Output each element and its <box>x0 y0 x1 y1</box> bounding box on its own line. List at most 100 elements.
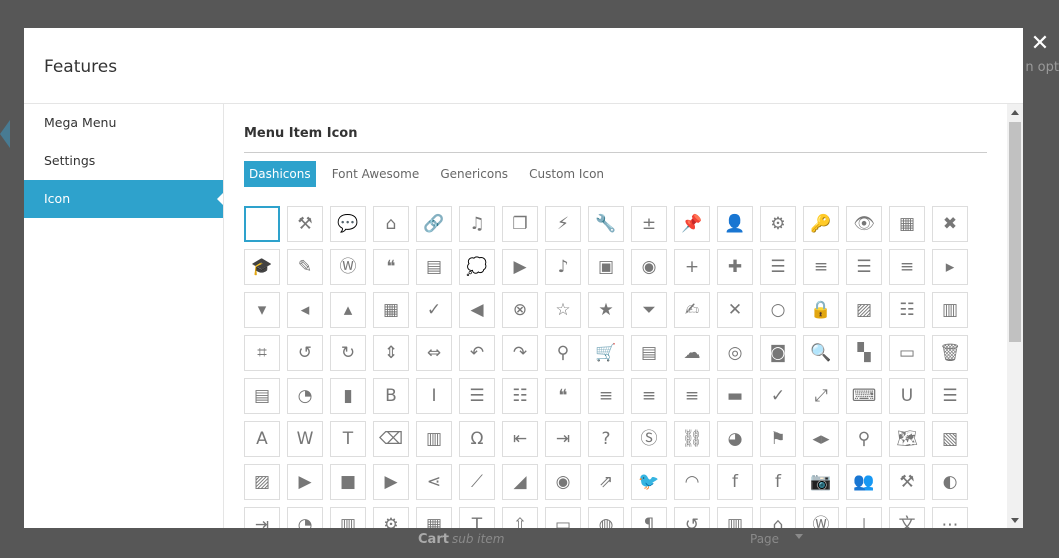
icon-option[interactable]: ⚒ <box>287 206 323 242</box>
icon-option[interactable]: ♪ <box>545 249 581 285</box>
icon-option[interactable]: ▦ <box>416 507 452 528</box>
icon-option[interactable]: ▶ <box>287 464 323 500</box>
icon-option[interactable]: B <box>373 378 409 414</box>
icon-option[interactable]: ⇔ <box>416 335 452 371</box>
icon-option[interactable]: ⛓ <box>674 421 710 457</box>
icon-option[interactable]: ▦ <box>889 206 925 242</box>
sidebar-item-mega-menu[interactable]: Mega Menu <box>24 104 223 142</box>
icon-option[interactable]: ▤ <box>416 249 452 285</box>
icon-option[interactable]: ◔ <box>287 378 323 414</box>
icon-option[interactable]: ☁ <box>674 335 710 371</box>
icon-option[interactable]: ⇤ <box>502 421 538 457</box>
icon-option[interactable]: ◎ <box>717 335 753 371</box>
icon-option[interactable]: ⇕ <box>373 335 409 371</box>
icon-option[interactable]: ◉ <box>631 249 667 285</box>
icon-option[interactable]: ▴ <box>330 292 366 328</box>
icon-option[interactable]: ⊗ <box>502 292 538 328</box>
sidebar-item-icon[interactable]: Icon <box>24 180 223 218</box>
tab-genericons[interactable]: Genericons <box>435 161 513 187</box>
icon-option[interactable]: f <box>717 464 753 500</box>
icon-option[interactable]: 📷 <box>803 464 839 500</box>
close-modal-button[interactable]: ✕ <box>1030 33 1050 55</box>
icon-option[interactable]: ▸ <box>932 249 968 285</box>
icon-option[interactable]: ◂▸ <box>803 421 839 457</box>
icon-option[interactable]: ☰ <box>932 378 968 414</box>
icon-option[interactable]: 文 <box>889 507 925 528</box>
icon-option[interactable]: A <box>244 421 280 457</box>
icon-option[interactable]: ◕ <box>717 421 753 457</box>
icon-option[interactable]: ¶ <box>631 507 667 528</box>
icon-option[interactable]: ▤ <box>244 378 280 414</box>
icon-option[interactable]: ♫ <box>459 206 495 242</box>
icon-option[interactable]: f <box>760 464 796 500</box>
icon-option[interactable]: ≡ <box>631 378 667 414</box>
icon-option[interactable]: 🐦 <box>631 464 667 500</box>
icon-option[interactable]: ⚒ <box>889 464 925 500</box>
icon-option[interactable]: ↺ <box>287 335 323 371</box>
icon-option[interactable]: ✖ <box>932 206 968 242</box>
icon-option[interactable]: ⇥ <box>545 421 581 457</box>
icon-option[interactable]: ⋖ <box>416 464 452 500</box>
icon-option[interactable]: ? <box>588 421 624 457</box>
icon-option[interactable]: ▥ <box>330 507 366 528</box>
icon-option[interactable]: ⌗ <box>244 335 280 371</box>
tab-dashicons[interactable]: Dashicons <box>244 161 316 187</box>
icon-option[interactable]: ✚ <box>717 249 753 285</box>
icon-option[interactable]: ▚ <box>846 335 882 371</box>
icon-option[interactable]: ☰ <box>846 249 882 285</box>
icon-option[interactable]: ✎ <box>287 249 323 285</box>
icon-option[interactable]: U <box>889 378 925 414</box>
icon-option[interactable]: ◂ <box>287 292 323 328</box>
icon-option[interactable]: ▾ <box>244 292 280 328</box>
scroll-down-button[interactable] <box>1007 512 1023 528</box>
icon-option[interactable]: I <box>416 378 452 414</box>
icon-option[interactable]: 💭 <box>459 249 495 285</box>
icon-option[interactable]: ▶ <box>373 464 409 500</box>
icon-option[interactable]: ✕ <box>717 292 753 328</box>
icon-option[interactable]: ▭ <box>545 507 581 528</box>
icon-option[interactable]: 🔧 <box>588 206 624 242</box>
icon-option[interactable]: ☷ <box>502 378 538 414</box>
icon-option[interactable]: ✓ <box>760 378 796 414</box>
icon-option[interactable]: ⇗ <box>588 464 624 500</box>
icon-option[interactable]: ◠ <box>674 464 710 500</box>
icon-option[interactable]: ▨ <box>244 464 280 500</box>
icon-option[interactable]: ▣ <box>588 249 624 285</box>
icon-option[interactable]: ▦ <box>373 292 409 328</box>
icon-option[interactable]: ◐ <box>932 464 968 500</box>
icon-option[interactable]: ≡ <box>588 378 624 414</box>
icon-option[interactable]: Ω <box>459 421 495 457</box>
icon-option[interactable]: 🔗 <box>416 206 452 242</box>
icon-option[interactable]: ▥ <box>932 292 968 328</box>
icon-option[interactable]: 🗑 <box>932 335 968 371</box>
icon-option[interactable]: ◢ <box>502 464 538 500</box>
icon-option[interactable]: ▧ <box>932 421 968 457</box>
icon-option[interactable]: ☆ <box>545 292 581 328</box>
icon-option[interactable]: ○ <box>760 292 796 328</box>
icon-option[interactable]: 👁 <box>846 206 882 242</box>
icon-option[interactable]: + <box>674 249 710 285</box>
icon-option[interactable]: ⌂ <box>373 206 409 242</box>
sidebar-item-settings[interactable]: Settings <box>24 142 223 180</box>
icon-option[interactable]: ▥ <box>717 507 753 528</box>
icon-option[interactable]: ◉ <box>545 464 581 500</box>
icon-option[interactable]: ✍ <box>674 292 710 328</box>
icon-option[interactable]: ▬ <box>717 378 753 414</box>
icon-option[interactable]: ≡ <box>803 249 839 285</box>
icon-option[interactable]: ⌫ <box>373 421 409 457</box>
icon-option[interactable]: Ⓦ <box>330 249 366 285</box>
icon-option[interactable]: ⚑ <box>760 421 796 457</box>
icon-option[interactable]: ↺ <box>674 507 710 528</box>
scroll-up-button[interactable] <box>1007 104 1023 120</box>
icon-option[interactable]: 👥 <box>846 464 882 500</box>
icon-option[interactable]: ◀ <box>459 292 495 328</box>
icon-option[interactable]: ▥ <box>416 421 452 457</box>
icon-option[interactable]: ⊥ <box>846 507 882 528</box>
icon-option[interactable]: 🗺 <box>889 421 925 457</box>
icon-option[interactable]: ▭ <box>889 335 925 371</box>
icon-option[interactable]: ▮ <box>330 378 366 414</box>
tab-custom-icon[interactable]: Custom Icon <box>524 161 609 187</box>
icon-option[interactable]: ↶ <box>459 335 495 371</box>
icon-option[interactable]: ◍ <box>588 507 624 528</box>
icon-option[interactable]: ± <box>631 206 667 242</box>
